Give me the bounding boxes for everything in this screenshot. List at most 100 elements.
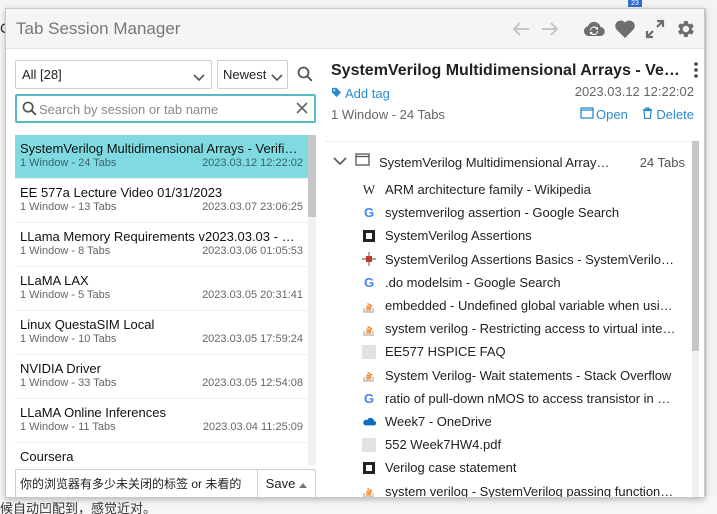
session-name: NVIDIA Driver (20, 361, 101, 376)
session-detail-pane: SystemVerilog Multidimensional Arrays - … (324, 49, 704, 497)
google-icon: G (363, 274, 375, 290)
session-name-input[interactable] (20, 476, 256, 490)
onedrive-icon (362, 414, 376, 428)
forward-arrow-icon[interactable] (538, 17, 562, 41)
save-session-row: Save (15, 469, 316, 497)
tab-item[interactable]: 552 Week7HW4.pdf (362, 433, 680, 456)
popup-header: Tab Session Manager (6, 9, 704, 49)
tab-item[interactable]: W ARM architecture family - Wikipedia (362, 178, 680, 201)
search-icon (297, 66, 313, 82)
tab-item[interactable]: G ratio of pull-down nMOS to access tran… (362, 387, 680, 410)
blank-page-icon (362, 437, 376, 452)
tab-item[interactable]: embedded - Undefined global variable whe… (362, 294, 680, 317)
background-right-edge (705, 8, 717, 514)
tab-title: system verilog - Restricting access to v… (385, 321, 677, 337)
tab-item[interactable]: System Verilog- Wait statements - Stack … (362, 364, 680, 387)
search-icon (22, 101, 37, 121)
stackoverflow-icon (362, 299, 376, 313)
tab-title: 552 Week7HW4.pdf (385, 437, 502, 453)
session-item[interactable]: LLaMA LAX 1 Window - 5 Tabs 2023.03.05 2… (15, 267, 308, 311)
session-name: SystemVerilog Multidimensional Arrays - … (20, 141, 302, 156)
filter-selected-value: All [28] (22, 67, 62, 82)
session-name: LLama Memory Requirements v2023.03.03 - … (20, 229, 302, 244)
clear-search-icon[interactable] (295, 101, 309, 120)
session-info: 1 Window - 5 Tabs (20, 289, 111, 301)
session-search-box (15, 94, 316, 123)
session-name: LLaMA LAX (20, 273, 89, 288)
session-info: 1 Window - 13 Tabs (20, 201, 117, 213)
tab-list-scroll-thumb[interactable] (692, 141, 699, 351)
tab-item[interactable]: Week7 - OneDrive (362, 410, 680, 433)
session-item[interactable]: LLama Memory Requirements v2023.03.03 - … (15, 223, 308, 267)
chevron-down-icon[interactable] (333, 153, 347, 171)
session-filter-select[interactable]: All [28] (15, 60, 212, 89)
save-button[interactable]: Save (257, 470, 315, 497)
open-window-icon (580, 107, 594, 122)
fullscreen-icon[interactable] (643, 17, 667, 41)
tab-title: System Verilog- Wait statements - Stack … (385, 367, 672, 383)
session-name: Linux QuestaSIM Local (20, 317, 155, 332)
tab-item[interactable]: G .do modelsim - Google Search (362, 271, 680, 294)
delete-label: Delete (656, 107, 694, 122)
session-item[interactable]: Linux QuestaSIM Local 1 Window - 10 Tabs… (15, 311, 308, 355)
session-item[interactable]: NVIDIA Driver 1 Window - 33 Tabs 2023.03… (15, 355, 308, 399)
background-extension-badge: 23 (628, 0, 642, 7)
session-list-scrollbar[interactable] (308, 135, 316, 465)
tab-title: embedded - Undefined global variable whe… (385, 298, 677, 314)
tab-item[interactable]: EE577 HSPICE FAQ (362, 340, 680, 363)
session-date: 2023.03.05 20:31:41 (202, 289, 303, 301)
session-item[interactable]: Coursera (15, 443, 308, 465)
more-options-icon[interactable] (694, 62, 698, 83)
window-title: SystemVerilog Multidimensional Arrays - … (379, 154, 614, 170)
sort-selected-value: Newest (223, 67, 267, 82)
delete-session-button[interactable]: Delete (642, 107, 694, 122)
tab-item[interactable]: system verilog - SystemVerilog passing f… (362, 479, 680, 497)
add-tag-button[interactable]: Add tag (331, 86, 390, 101)
session-info: 1 Window - 10 Tabs (20, 333, 117, 345)
tab-title: SystemVerilog Assertions Basics - System… (385, 251, 677, 267)
tab-list: W ARM architecture family - Wikipedia G … (362, 178, 680, 497)
chevron-down-icon (271, 70, 283, 85)
cloud-sync-icon[interactable] (581, 17, 607, 41)
sort-order-select[interactable]: Newest (217, 60, 288, 89)
heart-icon[interactable] (613, 17, 637, 41)
tab-item[interactable]: system verilog - Restricting access to v… (362, 317, 680, 340)
session-item[interactable]: LLaMA Online Inferences 1 Window - 11 Ta… (15, 399, 308, 443)
session-date: 2023.03.05 17:59:24 (202, 333, 303, 345)
session-item[interactable]: SystemVerilog Multidimensional Arrays - … (15, 135, 308, 179)
tab-title: ratio of pull-down nMOS to access transi… (385, 390, 677, 406)
caret-up-icon (299, 476, 308, 491)
session-list-scroll-thumb[interactable] (308, 135, 316, 217)
background-bottom-text: 候自动凹配到，感觉近对。 (0, 501, 157, 514)
open-label: Open (596, 107, 628, 122)
window-row[interactable]: SystemVerilog Multidimensional Arrays - … (333, 151, 685, 173)
open-session-button[interactable]: Open (580, 107, 628, 122)
session-item[interactable]: EE 577a Lecture Video 01/31/2023 1 Windo… (15, 179, 308, 223)
tag-icon (331, 86, 342, 101)
tab-title: EE577 HSPICE FAQ (385, 344, 506, 360)
session-search-input[interactable] (39, 100, 289, 118)
tab-session-manager-popup: Tab Session Manager All [28] Newest Sear… (5, 8, 705, 498)
session-date: 2023.03.04 11:25:09 (202, 421, 303, 433)
tab-item[interactable]: SystemVerilog Assertions Basics - System… (362, 248, 680, 271)
chip-icon (362, 229, 376, 243)
search-toggle-button[interactable] (294, 63, 316, 85)
stackoverflow-icon (362, 368, 376, 382)
tab-item[interactable]: SystemVerilog Assertions (362, 224, 680, 247)
background-top-strip (0, 0, 717, 8)
session-detail-title: SystemVerilog Multidimensional Arrays - … (331, 62, 681, 79)
window-tab-count: 24 Tabs (639, 154, 685, 170)
session-list-pane: All [28] Newest SystemVerilog M (6, 49, 324, 497)
settings-gear-icon[interactable] (673, 17, 697, 41)
tab-title: systemverilog assertion - Google Search (385, 205, 620, 221)
session-list: SystemVerilog Multidimensional Arrays - … (15, 135, 308, 465)
tab-title: SystemVerilog Assertions (385, 228, 532, 244)
back-arrow-icon[interactable] (509, 17, 533, 41)
tab-item[interactable]: Verilog case statement (362, 456, 680, 479)
session-date: 2023.03.05 12:54:08 (202, 377, 303, 389)
session-name: Coursera (20, 449, 74, 464)
tab-list-scrollbar[interactable] (692, 141, 699, 497)
session-info: 1 Window - 11 Tabs (20, 421, 116, 433)
tab-item[interactable]: G systemverilog assertion - Google Searc… (362, 201, 680, 224)
session-tabs-area: SystemVerilog Multidimensional Arrays - … (324, 141, 698, 497)
